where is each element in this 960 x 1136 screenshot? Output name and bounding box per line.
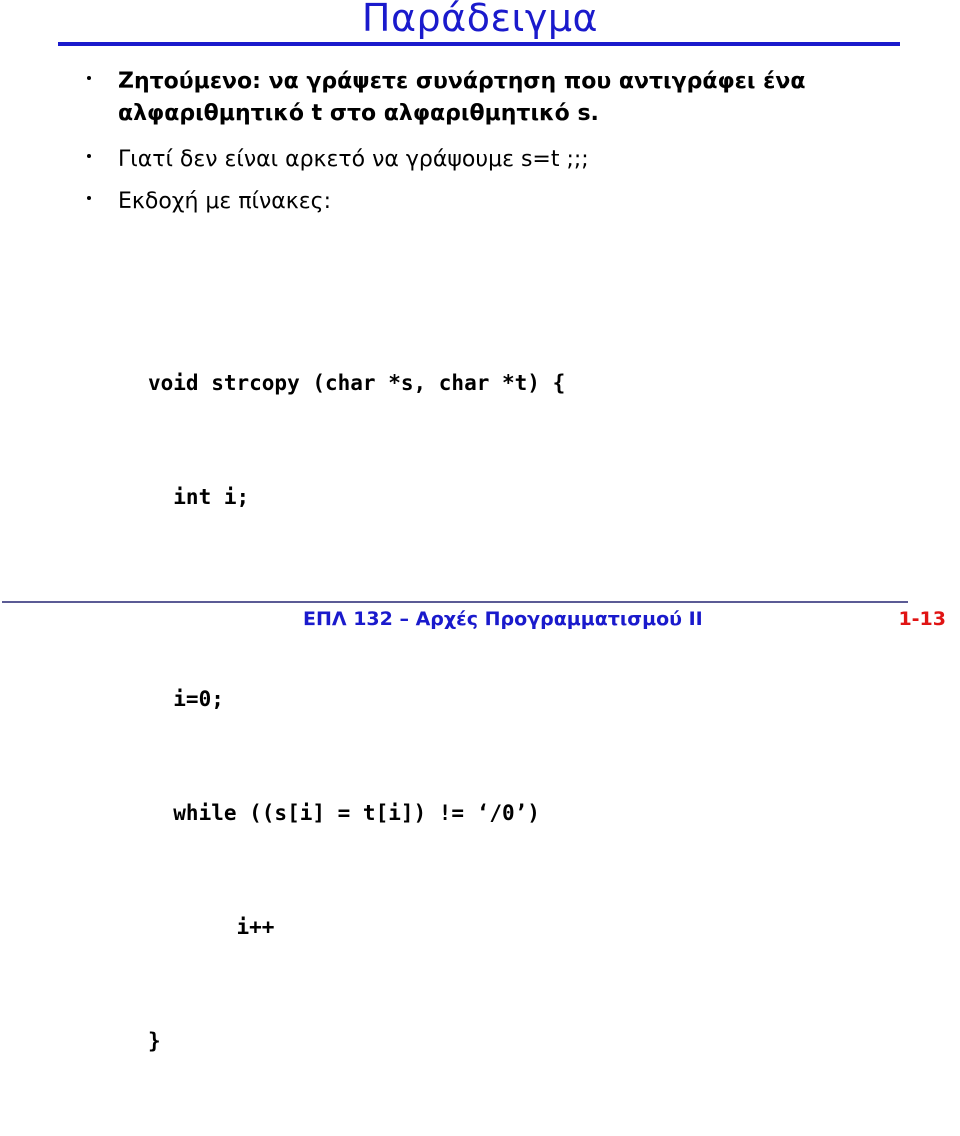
page-title: Παράδειγμα (361, 0, 599, 40)
list-item-label: Εκδοχή με πίνακες: (118, 189, 331, 214)
list-item: Εκδοχή με πίνακες: (80, 186, 870, 218)
code-line: } (148, 1029, 161, 1053)
list-item: Ζητούμενο: να γράψετε συνάρτηση που αντι… (80, 66, 870, 130)
list-item-label: Γιατί δεν είναι αρκετό να γράψουμε s=t ;… (118, 147, 589, 172)
code-line: void strcopy (char *s, char *t) { (148, 371, 566, 395)
bullet-dot-icon (87, 153, 91, 158)
code-line: while ((s[i] = t[i]) != ‘/0’) (148, 801, 540, 825)
code-line: i=0; (148, 687, 224, 711)
bullet-dot-icon (87, 195, 91, 200)
code-block: void strcopy (char *s, char *t) { int i;… (148, 288, 565, 1136)
code-line: int i; (148, 485, 250, 509)
code-line: i++ (148, 915, 275, 939)
bullet-list: Ζητούμενο: να γράψετε συνάρτηση που αντι… (80, 66, 870, 218)
slide: Παράδειγμα Ζητούμενο: να γράψετε συνάρτη… (0, 0, 960, 1053)
list-item-label: Ζητούμενο: να γράψετε συνάρτηση που αντι… (118, 69, 806, 126)
footer-page-number: 1-13 (898, 608, 946, 630)
footer-divider (2, 601, 908, 603)
title-divider (58, 42, 900, 46)
list-item: Γιατί δεν είναι αρκετό να γράψουμε s=t ;… (80, 144, 870, 176)
footer-course-label: ΕΠΛ 132 – Αρχές Προγραμματισμού II (303, 608, 703, 630)
bullet-dot-icon (87, 75, 91, 80)
